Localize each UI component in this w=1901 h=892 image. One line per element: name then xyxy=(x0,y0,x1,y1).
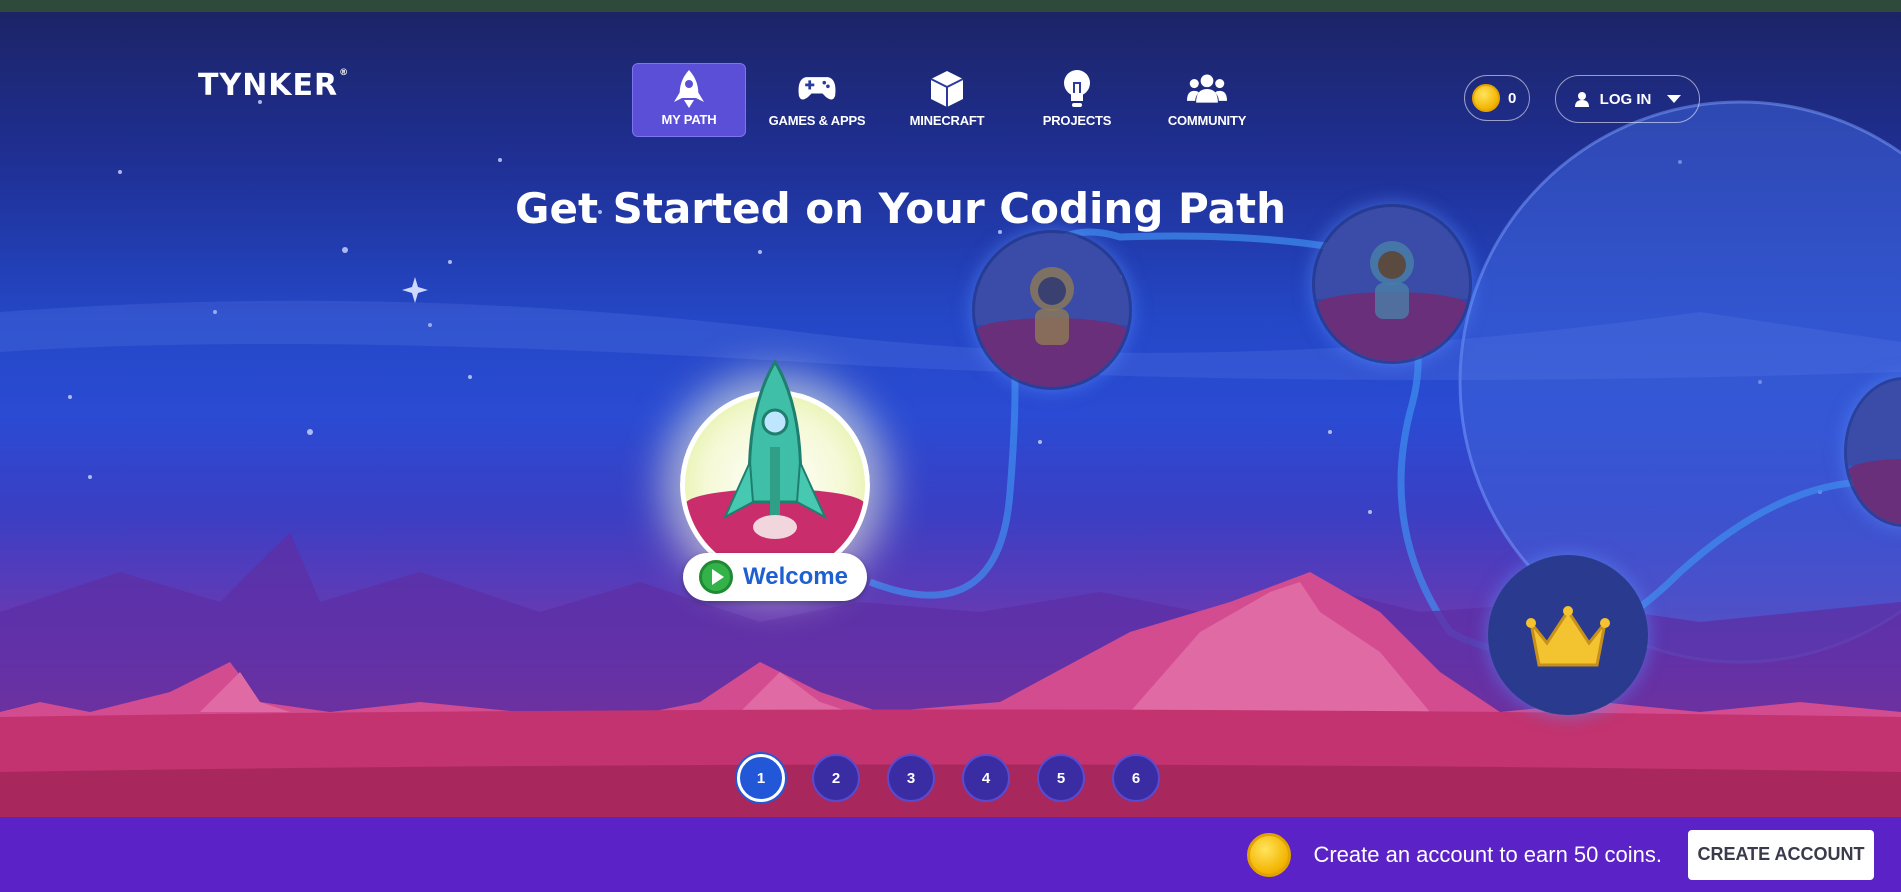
nav-label: COMMUNITY xyxy=(1167,113,1247,128)
sparkle-icon xyxy=(402,277,428,303)
coin-balance[interactable]: 0 xyxy=(1464,75,1530,121)
path-node-2[interactable] xyxy=(972,230,1132,390)
page-4[interactable]: 4 xyxy=(962,754,1010,802)
logo-mark: ® xyxy=(339,68,350,78)
pagination: 1 2 3 4 5 6 xyxy=(737,754,1160,802)
coin-count: 0 xyxy=(1508,89,1517,107)
browser-top-strip xyxy=(0,0,1901,12)
rocket-icon xyxy=(669,68,709,108)
nav-label: MINECRAFT xyxy=(909,113,985,128)
user-icon xyxy=(1574,92,1589,107)
create-account-button[interactable]: CREATE ACCOUNT xyxy=(1688,829,1874,880)
path-node-edge[interactable] xyxy=(1844,377,1901,527)
login-label: LOG IN xyxy=(1599,90,1652,108)
page-5[interactable]: 5 xyxy=(1037,754,1085,802)
path-node-crown[interactable] xyxy=(1488,555,1648,715)
create-account-banner: Create an account to earn 50 coins. CREA… xyxy=(0,817,1901,892)
nav-community[interactable]: COMMUNITY xyxy=(1148,63,1266,137)
gamepad-icon xyxy=(797,69,837,109)
nav-projects[interactable]: PROJECTS xyxy=(1018,63,1136,137)
nav-minecraft[interactable]: MINECRAFT xyxy=(888,63,1006,137)
logo-text: TYNKER xyxy=(198,68,339,103)
page-2[interactable]: 2 xyxy=(812,754,860,802)
welcome-button[interactable]: Welcome xyxy=(683,553,867,601)
chevron-down-icon xyxy=(1667,95,1682,103)
coin-icon xyxy=(1247,832,1292,877)
coding-path-scene: TYNKER® MY PATH GAMES & APPS MINECRAFT P… xyxy=(0,12,1901,817)
people-icon xyxy=(1187,69,1227,109)
play-icon xyxy=(699,560,733,594)
crown-icon xyxy=(1526,606,1610,667)
nav-label: PROJECTS xyxy=(1042,113,1112,128)
page-1[interactable]: 1 xyxy=(737,754,785,802)
cube-icon xyxy=(927,69,967,109)
welcome-label: Welcome xyxy=(743,563,848,590)
astronaut-icon xyxy=(1370,240,1414,319)
page-6[interactable]: 6 xyxy=(1112,754,1160,802)
main-nav: MY PATH GAMES & APPS MINECRAFT PROJECTS … xyxy=(632,63,1266,137)
lightbulb-icon xyxy=(1057,69,1097,109)
page-3[interactable]: 3 xyxy=(887,754,935,802)
coin-icon xyxy=(1472,84,1500,112)
page-title: Get Started on Your Coding Path xyxy=(514,184,1286,233)
astronaut-icon xyxy=(1030,266,1074,345)
tynker-logo[interactable]: TYNKER® xyxy=(198,68,349,108)
rocket-illustration xyxy=(722,359,828,539)
nav-label: GAMES & APPS xyxy=(768,113,866,128)
promo-message: Create an account to earn 50 coins. xyxy=(1313,841,1662,867)
login-button[interactable]: LOG IN xyxy=(1555,75,1700,123)
nav-games-apps[interactable]: GAMES & APPS xyxy=(758,63,876,137)
nav-my-path[interactable]: MY PATH xyxy=(632,63,746,137)
nav-label: MY PATH xyxy=(661,112,717,127)
